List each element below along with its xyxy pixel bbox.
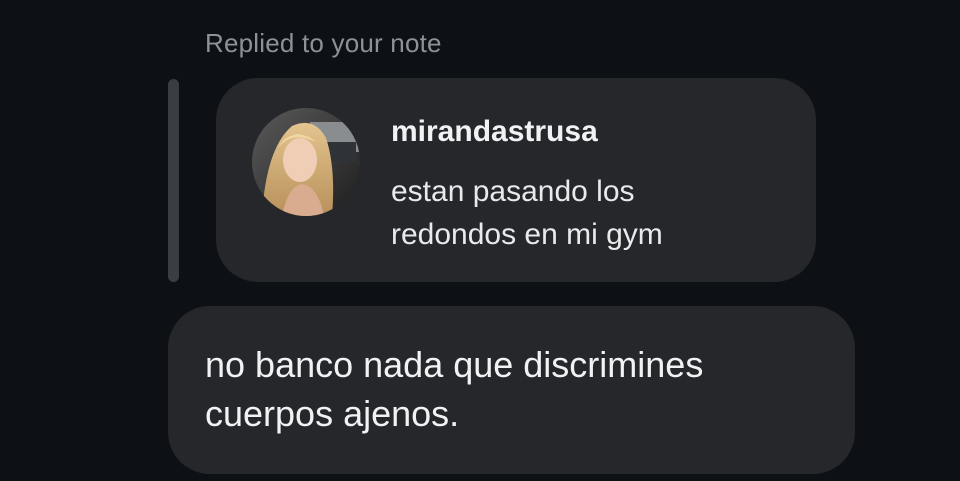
dm-thread: Replied to your note mirandastrusa estan… <box>0 0 960 481</box>
note-text: estan pasando los redondos en mi gym <box>391 170 791 256</box>
note-text-line: estan pasando los <box>391 175 635 208</box>
message-text: no banco nada que discrimines cuerpos aj… <box>205 340 703 438</box>
message-bubble[interactable]: no banco nada que discrimines cuerpos aj… <box>168 306 855 474</box>
note-author-username[interactable]: mirandastrusa <box>391 114 598 150</box>
note-author-avatar[interactable] <box>252 108 360 216</box>
message-text-line: no banco nada que discrimines <box>205 344 704 385</box>
reply-quote-bar <box>168 79 179 282</box>
note-text-line: redondos en mi gym <box>391 218 663 251</box>
avatar-photo-icon <box>252 108 360 216</box>
message-text-line: cuerpos ajenos. <box>205 393 460 434</box>
reply-context-label: Replied to your note <box>205 28 442 58</box>
replied-note-card[interactable]: mirandastrusa estan pasando los redondos… <box>216 78 816 282</box>
